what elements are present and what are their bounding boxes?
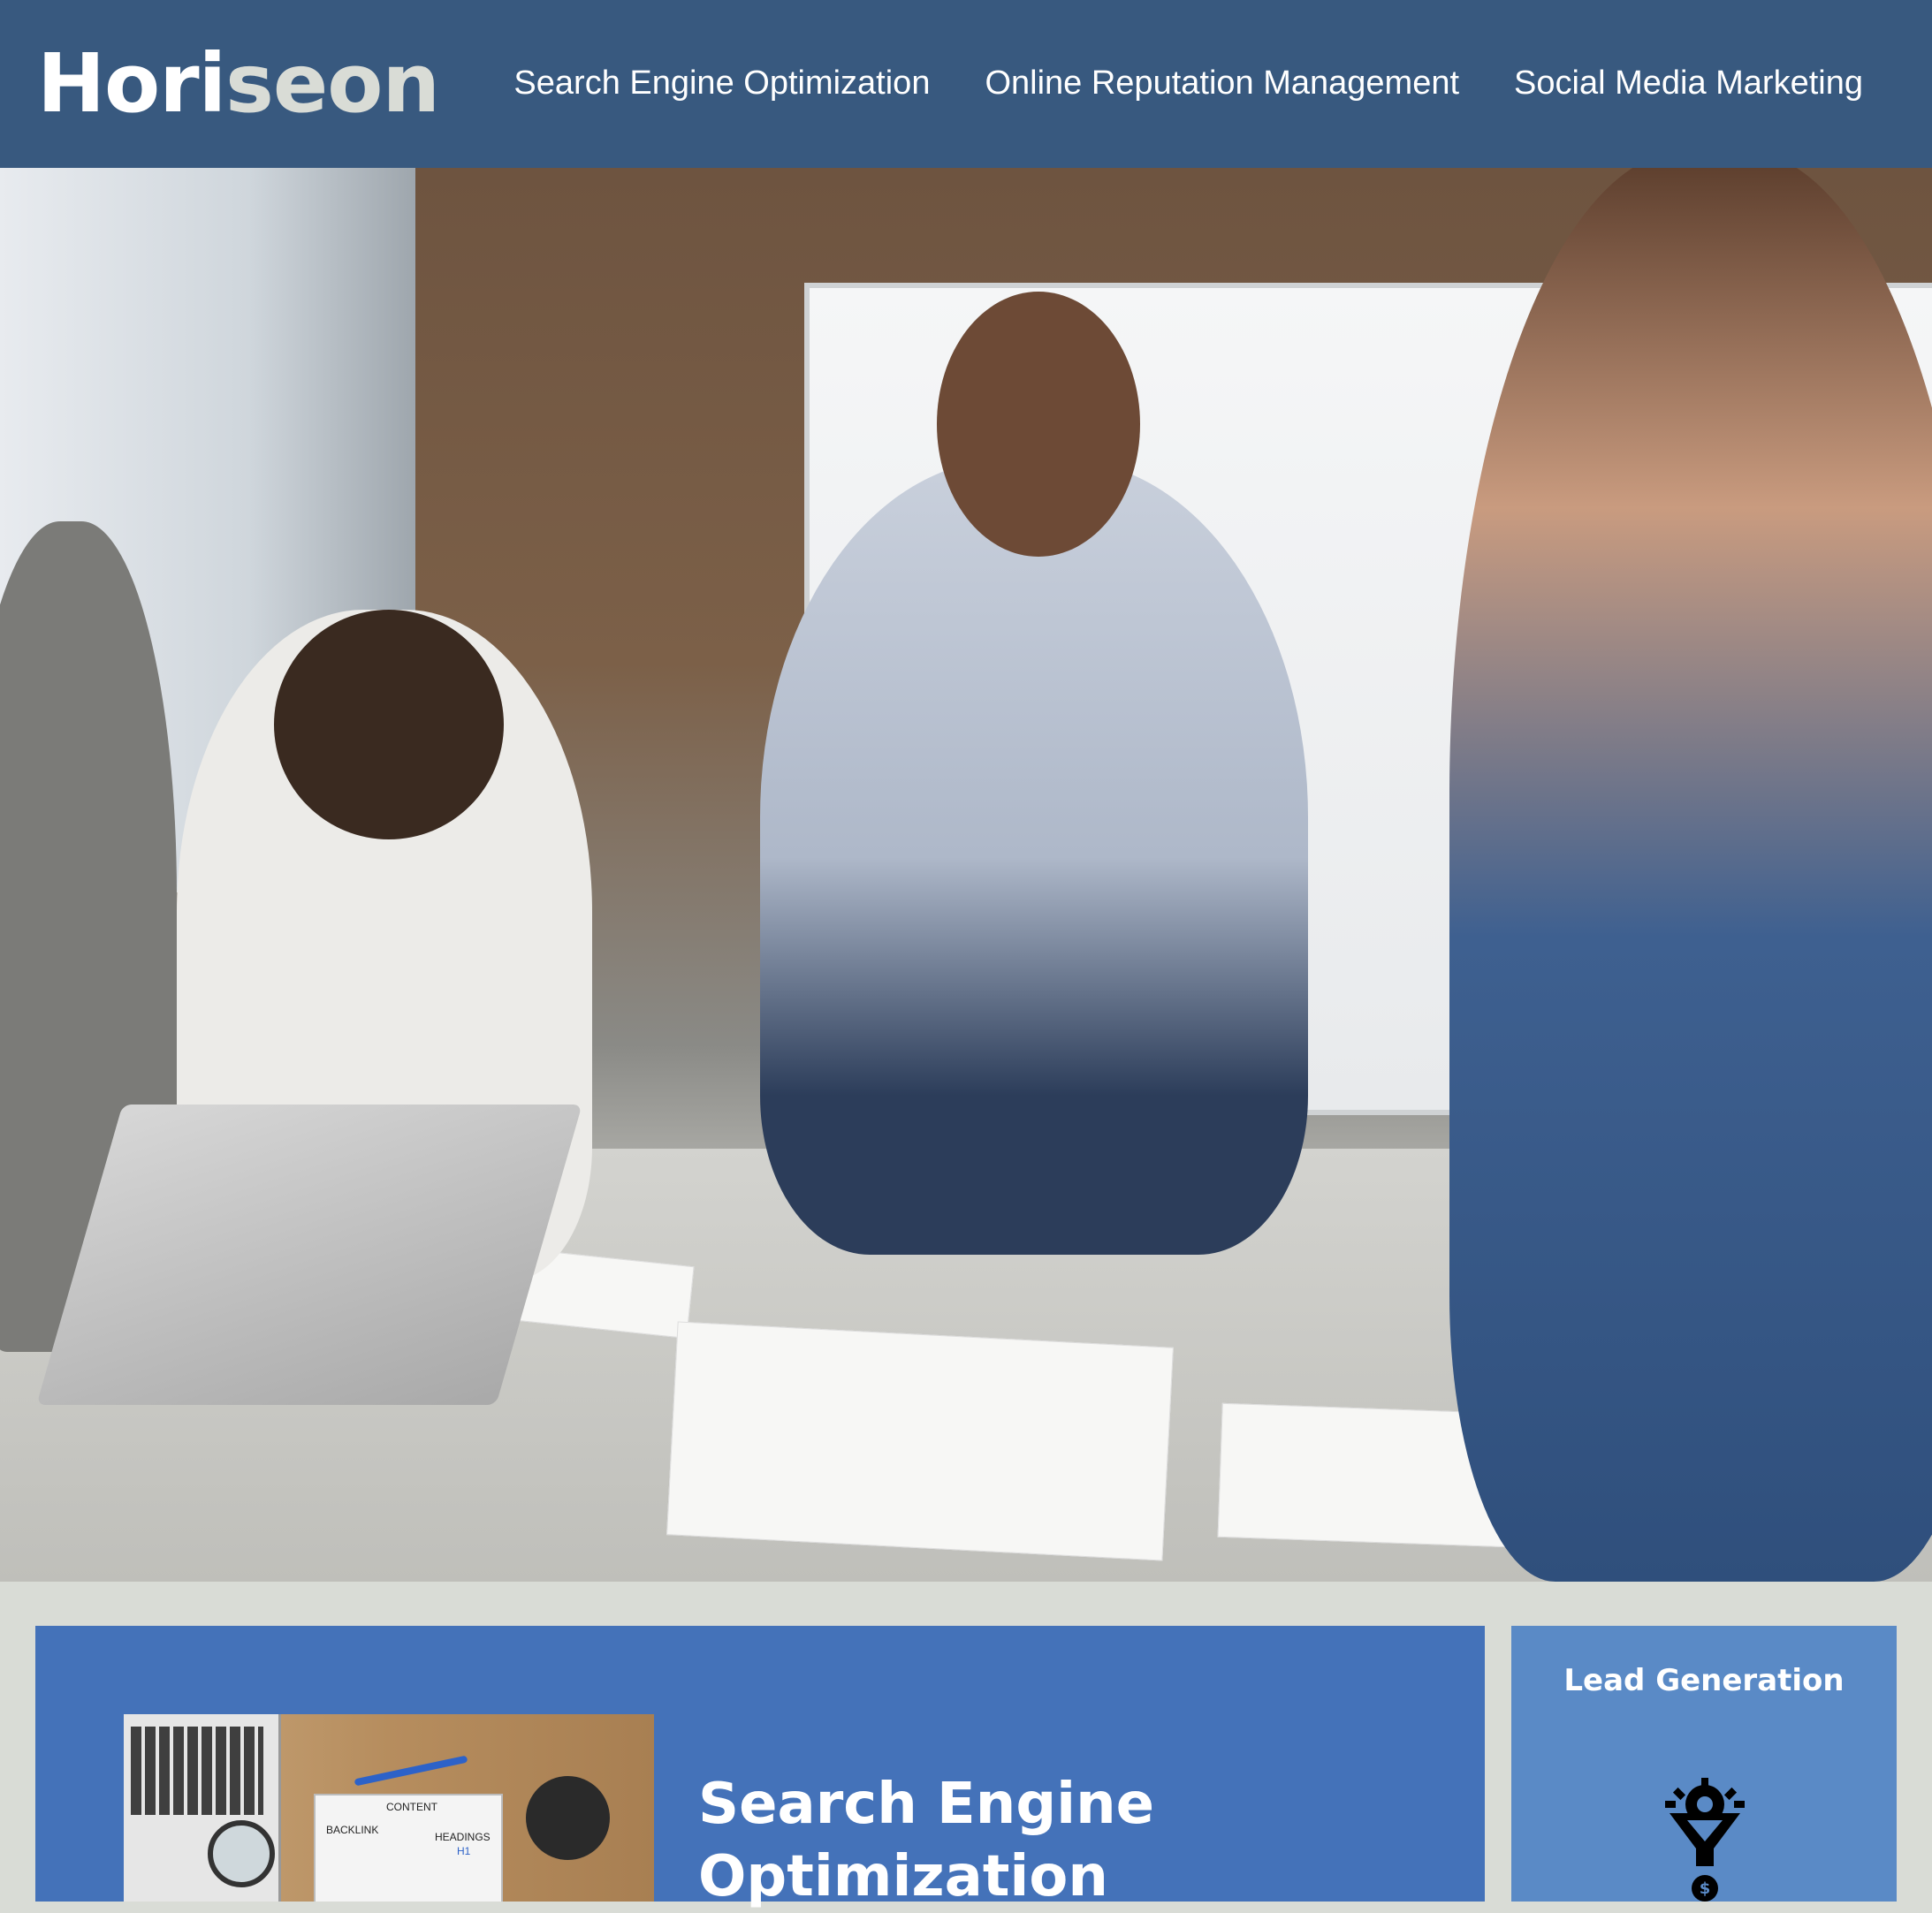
hero-person-center-head: [937, 292, 1140, 557]
hero-person-woman-hair: [274, 610, 504, 839]
site-logo[interactable]: Horiseon: [37, 35, 440, 133]
svg-text:$: $: [1700, 1879, 1711, 1898]
seo-image-text-backlink: BACKLINK: [326, 1824, 379, 1836]
logo-part-2: seon: [225, 36, 440, 131]
seo-image-pencup: [526, 1776, 610, 1860]
hero-image: [0, 168, 1932, 1582]
sidebar-lead-generation: Lead Generation $: [1511, 1626, 1897, 1902]
seo-image-keyboard: [131, 1727, 263, 1815]
seo-section-title: Search Engine Optimization: [698, 1772, 1155, 1910]
seo-image-text-content: CONTENT: [386, 1801, 437, 1813]
hero-person-right: [1449, 168, 1932, 1582]
seo-image-text-headings: HEADINGS: [435, 1831, 491, 1843]
seo-image: CONTENT BACKLINK HEADINGS H1: [124, 1714, 654, 1902]
hero-paper: [666, 1321, 1174, 1561]
seo-image-text-h1: H1: [457, 1845, 471, 1857]
seo-image-notepad: CONTENT BACKLINK HEADINGS H1: [314, 1794, 503, 1902]
seo-image-pen: [354, 1755, 468, 1787]
nav-link-seo[interactable]: Search Engine Optimization: [513, 62, 930, 104]
main-nav: Search Engine Optimization Online Reputa…: [513, 62, 1863, 104]
nav-link-social[interactable]: Social Media Marketing: [1514, 62, 1863, 104]
seo-section: CONTENT BACKLINK HEADINGS H1 Search Engi…: [35, 1626, 1485, 1909]
lead-generation-funnel-icon: $: [1665, 1778, 1745, 1902]
site-header: Horiseon Search Engine Optimization Onli…: [0, 0, 1932, 168]
sidebar-item-title: Lead Generation: [1563, 1663, 1845, 1698]
nav-link-reputation[interactable]: Online Reputation Management: [985, 62, 1459, 104]
hero-laptop: [36, 1105, 582, 1405]
hero-person-center: [760, 459, 1308, 1255]
logo-part-1: Hori: [37, 36, 226, 131]
magnifier-icon: [208, 1820, 275, 1887]
